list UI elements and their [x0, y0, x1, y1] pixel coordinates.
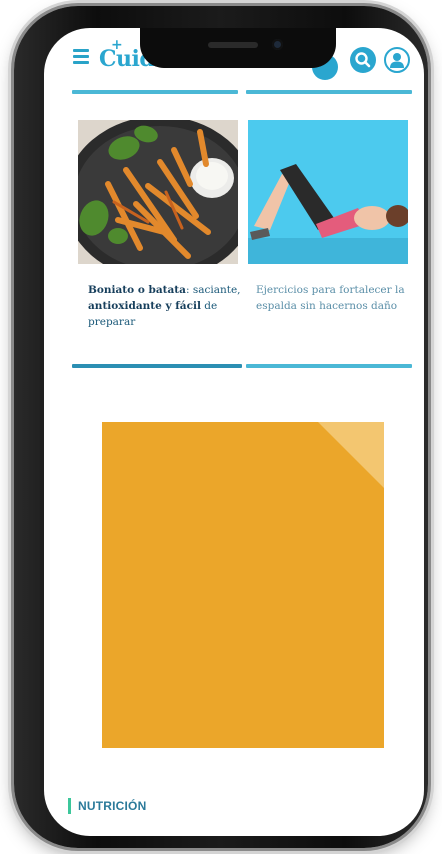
phone-screen: + Cuid Boniato o batata: saciante, antio…: [44, 28, 424, 836]
page-curl-corner: [318, 422, 384, 488]
search-icon: [355, 52, 371, 68]
notch: [140, 28, 336, 68]
article-title-espalda[interactable]: Ejercicios para fortalecer la espalda si…: [256, 282, 416, 314]
section-title-nutricion[interactable]: NUTRICIÓN: [78, 798, 146, 814]
article-title-mid-part: : saciante,: [185, 284, 241, 296]
article-title-bold-part: Boniato o batata: [88, 284, 186, 296]
phone-frame: + Cuid Boniato o batata: saciante, antio…: [14, 6, 428, 848]
section-divider-left: [72, 364, 242, 368]
power-button: [428, 210, 433, 306]
section-accent-bar: [68, 798, 71, 814]
logo-plus-icon: +: [111, 37, 123, 53]
hamburger-menu-icon[interactable]: [73, 49, 89, 64]
card-divider-left: [72, 90, 238, 94]
speaker: [208, 42, 258, 48]
article-image-boniato[interactable]: [78, 120, 238, 264]
article-image-espalda[interactable]: [248, 120, 408, 264]
user-icon: [390, 53, 404, 68]
article-title-bold-part-2: antioxidante y fácil: [88, 300, 201, 312]
section-divider-right: [246, 364, 412, 368]
card-divider-right: [246, 90, 412, 94]
search-button[interactable]: [350, 47, 376, 73]
front-camera: [272, 39, 283, 50]
ad-banner[interactable]: [102, 422, 384, 748]
sweet-potato-fries-photo: [78, 120, 238, 264]
user-account-button[interactable]: [384, 47, 410, 73]
article-title-boniato[interactable]: Boniato o batata: saciante, antioxidante…: [88, 282, 248, 330]
back-exercise-photo: [248, 120, 408, 264]
